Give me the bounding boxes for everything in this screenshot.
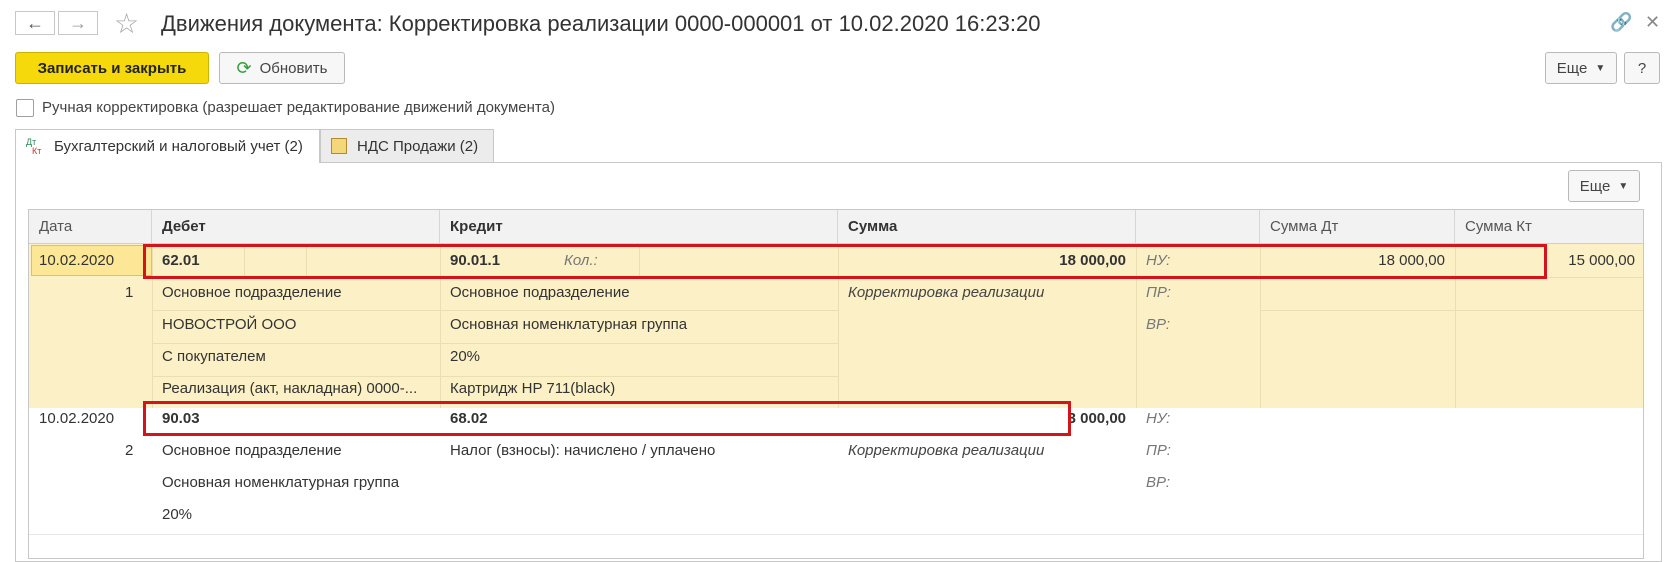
col-debit[interactable]: Дебет bbox=[152, 210, 440, 243]
tab-accounting[interactable]: Дт Кт Бухгалтерский и налоговый учет (2) bbox=[15, 129, 320, 163]
chevron-down-icon: ▼ bbox=[1618, 180, 1629, 192]
close-icon[interactable]: ✕ bbox=[1645, 12, 1660, 33]
row2-credit-sub1: Налог (взносы): начислено / уплачено bbox=[450, 442, 716, 459]
forward-button[interactable]: → bbox=[58, 11, 98, 35]
debit-credit-icon: Дт Кт bbox=[26, 136, 42, 156]
col-sum-kt[interactable]: Сумма Кт bbox=[1455, 210, 1643, 243]
register-icon bbox=[331, 138, 347, 154]
row1-pr-label: ПР: bbox=[1146, 284, 1171, 301]
window-title: Движения документа: Корректировка реализ… bbox=[161, 11, 1041, 36]
manual-edit-checkbox[interactable] bbox=[16, 99, 34, 117]
row2-date: 10.02.2020 bbox=[39, 410, 115, 427]
more-label: Еще bbox=[1556, 59, 1588, 77]
tab-accounting-label: Бухгалтерский и налоговый учет (2) bbox=[54, 138, 303, 155]
link-icon[interactable]: 🔗 bbox=[1610, 12, 1632, 33]
row2-content: Корректировка реализации bbox=[848, 442, 1045, 459]
row2-number: 2 bbox=[125, 442, 134, 459]
table-header: Дата Дебет Кредит Сумма Сумма Дт Сумма К… bbox=[29, 210, 1643, 244]
tab-vat-sales-label: НДС Продажи (2) bbox=[357, 137, 479, 155]
col-date[interactable]: Дата bbox=[29, 210, 152, 243]
chevron-down-icon: ▼ bbox=[1595, 62, 1606, 74]
refresh-icon: ⟳ bbox=[236, 57, 252, 78]
refresh-label: Обновить bbox=[259, 59, 328, 77]
row1-debit-sub1: Основное подразделение bbox=[162, 284, 342, 301]
row2-vr-label: ВР: bbox=[1146, 474, 1171, 491]
col-tax-type[interactable] bbox=[1136, 210, 1260, 243]
save-and-close-button[interactable]: Записать и закрыть bbox=[15, 52, 209, 84]
row1-content: Корректировка реализации bbox=[848, 284, 1045, 301]
arrow-right-icon: → bbox=[69, 12, 87, 33]
row1-credit-sub4: Картридж HP 711(black) bbox=[450, 380, 616, 397]
row2-pr-label: ПР: bbox=[1146, 442, 1171, 459]
row2-nu-label: НУ: bbox=[1146, 410, 1171, 427]
help-button[interactable]: ? bbox=[1624, 52, 1660, 84]
row1-debit-sub4: Реализация (акт, накладная) 0000-... bbox=[162, 380, 418, 397]
manual-edit-label: Ручная корректировка (разрешает редактир… bbox=[42, 99, 555, 116]
highlight-row2 bbox=[143, 401, 1071, 436]
row1-credit-sub3: 20% bbox=[450, 348, 481, 365]
highlight-row1 bbox=[143, 244, 1547, 279]
movements-table[interactable]: Дата Дебет Кредит Сумма Сумма Дт Сумма К… bbox=[28, 209, 1644, 559]
row1-date: 10.02.2020 bbox=[39, 252, 115, 269]
row1-credit-sub2: Основная номенклатурная группа bbox=[450, 316, 688, 333]
row1-number: 1 bbox=[125, 284, 134, 301]
row2-debit-sub2: Основная номенклатурная группа bbox=[162, 474, 400, 491]
more-button[interactable]: Еще ▼ bbox=[1545, 52, 1617, 84]
favorite-star-icon[interactable]: ☆ bbox=[114, 7, 139, 40]
row1-credit-sub1: Основное подразделение bbox=[450, 284, 630, 301]
col-sum-dt[interactable]: Сумма Дт bbox=[1260, 210, 1455, 243]
col-credit[interactable]: Кредит bbox=[440, 210, 838, 243]
row1-debit-sub3: С покупателем bbox=[162, 348, 266, 365]
panel-more-button[interactable]: Еще ▼ bbox=[1568, 170, 1640, 202]
row1-debit-sub2: НОВОСТРОЙ ООО bbox=[162, 316, 297, 333]
back-button[interactable]: ← bbox=[15, 11, 55, 35]
tab-vat-sales[interactable]: НДС Продажи (2) bbox=[320, 129, 494, 163]
row2-debit-sub3: 20% bbox=[162, 506, 193, 523]
row1-vr-label: ВР: bbox=[1146, 316, 1171, 333]
row2-debit-sub1: Основное подразделение bbox=[162, 442, 342, 459]
refresh-button[interactable]: ⟳ Обновить bbox=[219, 52, 345, 84]
panel-more-label: Еще bbox=[1579, 177, 1611, 195]
col-amount[interactable]: Сумма bbox=[838, 210, 1136, 243]
arrow-left-icon: ← bbox=[26, 12, 44, 33]
